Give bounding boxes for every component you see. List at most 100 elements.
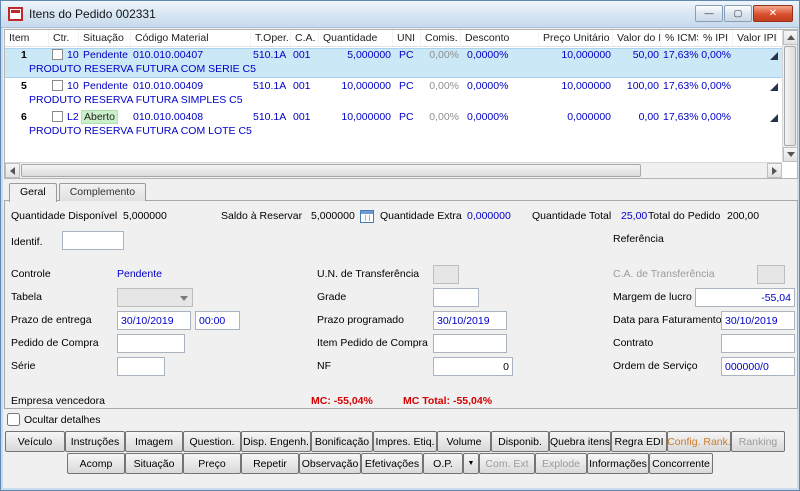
disponib-button[interactable]: Disponib.: [491, 431, 549, 452]
contrato-input[interactable]: [721, 334, 795, 353]
close-button[interactable]: ✕: [753, 5, 793, 22]
tab-geral[interactable]: Geral: [9, 183, 57, 202]
col-header-ipi[interactable]: % IPI: [699, 30, 733, 46]
preco-button[interactable]: Preço: [183, 453, 241, 474]
col-header-item[interactable]: Item: [5, 30, 49, 46]
disp-engenh-button[interactable]: Disp. Engenh.: [241, 431, 311, 452]
imagem-button[interactable]: Imagem: [125, 431, 183, 452]
row-checkbox[interactable]: [52, 80, 63, 91]
ordem-servico-input[interactable]: [721, 357, 795, 376]
data-faturamento-input[interactable]: [721, 311, 795, 330]
serie-label: Série: [11, 360, 36, 372]
cell-toper: 510.1A: [251, 79, 291, 94]
config-rank-button[interactable]: Config. Rank.: [667, 431, 731, 452]
minimize-button[interactable]: —: [695, 5, 723, 22]
cell-ctr: L2: [49, 110, 79, 125]
instrucoes-button[interactable]: Instruções: [65, 431, 125, 452]
scroll-left-button[interactable]: [5, 163, 20, 178]
table-lookup-icon[interactable]: [360, 210, 374, 223]
col-header-ca[interactable]: C.A.: [291, 30, 319, 46]
quebra-itens-button[interactable]: Quebra itens: [549, 431, 611, 452]
regra-edi-button[interactable]: Regra EDI: [611, 431, 667, 452]
arrow-down-icon: [787, 152, 795, 157]
app-icon: [8, 7, 23, 21]
col-header-icms[interactable]: % ICMS: [661, 30, 699, 46]
col-header-toper[interactable]: T.Oper.: [251, 30, 291, 46]
row-checkbox[interactable]: [52, 49, 63, 60]
grade-input[interactable]: [433, 288, 479, 307]
col-header-uni[interactable]: UNI: [393, 30, 421, 46]
prazo-entrega-input[interactable]: [117, 311, 191, 330]
scroll-up-button[interactable]: [783, 30, 798, 45]
serie-input[interactable]: [117, 357, 165, 376]
cell-desconto: 0,0000%: [461, 110, 539, 125]
cell-quantidade: 10,000000: [319, 110, 393, 125]
prazo-entrega-hora-input[interactable]: [195, 311, 240, 330]
identif-input[interactable]: [62, 231, 124, 250]
acomp-button[interactable]: Acomp: [67, 453, 125, 474]
ranking-button: Ranking: [731, 431, 785, 452]
col-header-desconto[interactable]: Desconto: [461, 30, 539, 46]
scroll-right-button[interactable]: [767, 163, 782, 178]
un-transferencia-label: U.N. de Transferência: [317, 268, 419, 280]
mc-total-value: MC Total: -55,04%: [403, 395, 492, 407]
scroll-down-button[interactable]: [783, 147, 798, 162]
nf-input[interactable]: [433, 357, 513, 376]
horizontal-scroll-thumb[interactable]: [21, 164, 641, 177]
ocultar-detalhes-label: Ocultar detalhes: [24, 414, 100, 426]
col-header-ctr[interactable]: Ctr.: [49, 30, 79, 46]
horizontal-scrollbar[interactable]: [5, 162, 782, 178]
grade-label: Grade: [317, 291, 346, 303]
op-dropdown-button[interactable]: ▼: [463, 453, 479, 474]
observacao-button[interactable]: Observação: [299, 453, 361, 474]
cell-ipi: 0,00%: [699, 79, 733, 94]
repetir-button[interactable]: Repetir: [241, 453, 299, 474]
col-header-valor-ipi[interactable]: Valor IPI: [733, 30, 777, 46]
impres-etiq-button[interactable]: Impres. Etiq.: [373, 431, 437, 452]
col-header-comis[interactable]: Comis.: [421, 30, 461, 46]
titlebar[interactable]: Itens do Pedido 002331: [1, 1, 799, 28]
vertical-scroll-thumb[interactable]: [784, 46, 796, 146]
volume-button[interactable]: Volume: [437, 431, 491, 452]
cell-quantidade: 10,000000: [319, 79, 393, 94]
tab-complemento[interactable]: Complemento: [59, 183, 146, 201]
ocultar-detalhes-row: Ocultar detalhes: [7, 413, 100, 426]
row-checkbox[interactable]: [52, 111, 63, 122]
ocultar-detalhes-checkbox[interactable]: [7, 413, 20, 426]
col-header-preco-unitario[interactable]: Preço Unitário: [539, 30, 613, 46]
cell-ipi: 0,00%: [699, 48, 733, 63]
margem-lucro-label: Margem de lucro: [613, 291, 692, 303]
grid-row-5[interactable]: 5 10 Pendente 010.010.00409 510.1A 001 1…: [5, 79, 782, 109]
situacao-button[interactable]: Situação: [125, 453, 183, 474]
pedido-compra-input[interactable]: [117, 334, 185, 353]
col-header-valor-item[interactable]: Valor do Item: [613, 30, 661, 46]
tabela-label: Tabela: [11, 291, 42, 303]
items-grid: Item Ctr. Situação Código Material T.Ope…: [4, 29, 798, 179]
concorrente-button[interactable]: Concorrente: [649, 453, 713, 474]
tabela-dropdown[interactable]: [117, 288, 193, 307]
grid-row-1[interactable]: 1 10 Pendente 010.010.00407 510.1A 001 5…: [5, 48, 782, 78]
col-header-codigo-material[interactable]: Código Material: [131, 30, 251, 46]
col-header-quantidade[interactable]: Quantidade: [319, 30, 393, 46]
controle-label: Controle: [11, 268, 51, 280]
qtd-total-label: Quantidade Total: [532, 210, 611, 222]
margem-lucro-input[interactable]: [695, 288, 795, 307]
veiculo-button[interactable]: Veículo: [5, 431, 65, 452]
cell-uni: PC: [393, 110, 421, 125]
item-pedido-compra-input[interactable]: [433, 334, 507, 353]
cell-codigo-material: 010.010.00409: [131, 79, 251, 94]
cell-uni: PC: [393, 48, 421, 63]
op-button[interactable]: O.P.: [423, 453, 463, 474]
question-button[interactable]: Question.: [183, 431, 241, 452]
prazo-programado-input[interactable]: [433, 311, 507, 330]
col-header-situacao[interactable]: Situação: [79, 30, 131, 46]
qtd-extra-label: Quantidade Extra: [380, 210, 462, 222]
vertical-scrollbar[interactable]: [782, 30, 797, 162]
informacoes-button[interactable]: Informações: [587, 453, 649, 474]
maximize-button[interactable]: ▢: [724, 5, 752, 22]
bonificacao-button[interactable]: Bonificação: [311, 431, 373, 452]
efetivacoes-button[interactable]: Efetivações: [361, 453, 423, 474]
cell-preco-unitario: 0,000000: [539, 110, 613, 125]
identif-label: Identif.: [11, 236, 43, 248]
grid-row-6[interactable]: 6 L2 Aberto 010.010.00408 510.1A 001 10,…: [5, 110, 782, 140]
